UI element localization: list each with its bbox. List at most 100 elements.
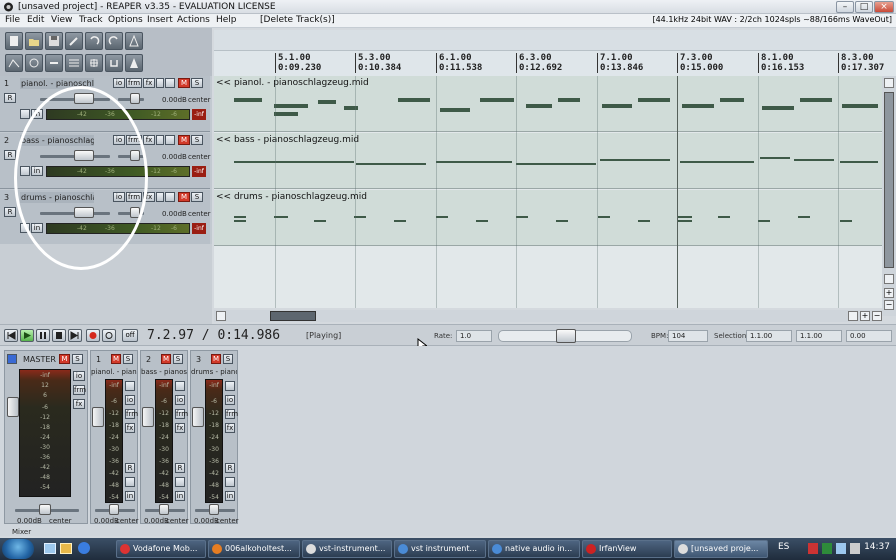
menu-edit[interactable]: Edit bbox=[27, 15, 44, 25]
automation-mode-button[interactable]: off bbox=[122, 329, 138, 342]
horizontal-scrollbar[interactable]: + − bbox=[214, 310, 882, 322]
master-pan-knob[interactable] bbox=[39, 504, 51, 515]
env-button[interactable] bbox=[165, 78, 175, 88]
master-env-button[interactable]: frm bbox=[73, 385, 86, 395]
arrange-view[interactable]: << pianol. - pianoschlagzeug.mid << bass… bbox=[214, 76, 882, 308]
menu-actions[interactable]: Actions bbox=[177, 15, 210, 25]
media-item-bass[interactable]: << bass - pianoschlagzeug.mid bbox=[214, 133, 882, 189]
lock-icon[interactable] bbox=[85, 54, 103, 72]
selection-end-input[interactable]: 1.1.00 bbox=[796, 330, 842, 342]
fx-env-button[interactable]: frm bbox=[126, 78, 142, 88]
record-arm-button[interactable]: R bbox=[4, 207, 16, 217]
selection-start-input[interactable]: 1.1.00 bbox=[746, 330, 792, 342]
media-item-drums[interactable]: << drums - pianoschlagzeug.mid bbox=[214, 190, 882, 246]
h-zoom-out-icon[interactable]: − bbox=[872, 311, 882, 321]
strip-solo-button[interactable]: S bbox=[173, 354, 183, 364]
phase-button[interactable] bbox=[156, 135, 164, 145]
clock[interactable]: 14:37 bbox=[864, 542, 890, 552]
phase-button[interactable] bbox=[156, 192, 164, 202]
master-io-button[interactable]: io bbox=[73, 371, 85, 381]
scroll-down-icon[interactable] bbox=[884, 274, 894, 284]
language-indicator[interactable]: ES bbox=[778, 542, 789, 552]
strip-record-arm-button[interactable]: R bbox=[125, 463, 135, 473]
go-to-end-icon[interactable] bbox=[68, 329, 82, 342]
master-expand-icon[interactable] bbox=[7, 354, 17, 364]
new-project-icon[interactable] bbox=[5, 32, 23, 50]
pan-knob[interactable] bbox=[130, 93, 140, 104]
record-arm-button[interactable]: R bbox=[4, 150, 16, 160]
grid-icon[interactable] bbox=[25, 54, 43, 72]
task-vodafone[interactable]: Vodafone Mob... bbox=[116, 540, 206, 558]
h-zoom-in-icon[interactable]: + bbox=[860, 311, 870, 321]
fx-button[interactable]: fx bbox=[143, 135, 155, 145]
mixer-tab-label[interactable]: Mixer bbox=[12, 528, 31, 536]
strip-mute-button[interactable]: M bbox=[111, 354, 121, 364]
scroll-up-icon[interactable] bbox=[884, 78, 894, 88]
selection-length-input[interactable]: 0.00 bbox=[846, 330, 892, 342]
solo-button[interactable]: S bbox=[191, 135, 203, 145]
menu-file[interactable]: File bbox=[5, 15, 20, 25]
rate-slider-knob[interactable] bbox=[556, 329, 576, 343]
ripple-icon[interactable] bbox=[65, 54, 83, 72]
fx-button[interactable]: fx bbox=[143, 78, 155, 88]
settings-icon[interactable] bbox=[65, 32, 83, 50]
snap-icon[interactable] bbox=[45, 54, 63, 72]
strip-phase-icon[interactable] bbox=[225, 381, 235, 391]
metronome-icon[interactable] bbox=[125, 32, 143, 50]
timeline-ruler[interactable]: 5.1.00 0:09.230 5.3.00 0:10.384 6.1.00 0:11… bbox=[214, 30, 896, 76]
volume-icon[interactable] bbox=[850, 543, 860, 554]
strip-fader-knob[interactable] bbox=[142, 407, 154, 427]
strip-name[interactable]: drums - piano bbox=[191, 368, 237, 376]
menu-help[interactable]: Help bbox=[216, 15, 237, 25]
network-icon[interactable] bbox=[836, 543, 846, 554]
strip-name[interactable]: bass - pianos bbox=[141, 368, 187, 376]
strip-input-button[interactable]: in bbox=[175, 491, 185, 501]
strip-name[interactable]: pianol. - piano bbox=[91, 368, 137, 376]
menu-view[interactable]: View bbox=[51, 15, 72, 25]
strip-io-button[interactable]: io bbox=[125, 395, 135, 405]
bpm-input[interactable]: 104 bbox=[668, 330, 708, 342]
rate-input[interactable]: 1.0 bbox=[456, 330, 492, 342]
task-native-audio[interactable]: native audio in... bbox=[488, 540, 580, 558]
strip-monitor-icon[interactable] bbox=[125, 477, 135, 487]
record-icon[interactable] bbox=[86, 329, 100, 342]
ie-icon[interactable] bbox=[78, 542, 90, 554]
maximize-button[interactable]: □ bbox=[855, 1, 873, 13]
strip-fx-button[interactable]: fx bbox=[125, 423, 135, 433]
scroll-thumb[interactable] bbox=[884, 92, 894, 268]
strip-record-arm-button[interactable]: R bbox=[175, 463, 185, 473]
strip-solo-button[interactable]: S bbox=[223, 354, 233, 364]
loop-icon[interactable] bbox=[105, 54, 123, 72]
menu-insert[interactable]: Insert bbox=[147, 15, 173, 25]
undo-icon[interactable] bbox=[85, 32, 103, 50]
strip-input-button[interactable]: in bbox=[225, 491, 235, 501]
input-monitor-icon[interactable] bbox=[20, 109, 30, 119]
solo-button[interactable]: S bbox=[191, 78, 203, 88]
task-alkoholtest[interactable]: 006alkoholtest... bbox=[208, 540, 300, 558]
strip-fader-knob[interactable] bbox=[92, 407, 104, 427]
strip-monitor-icon[interactable] bbox=[225, 477, 235, 487]
task-reaper[interactable]: [unsaved proje... bbox=[674, 540, 768, 558]
strip-phase-icon[interactable] bbox=[175, 381, 185, 391]
open-icon[interactable] bbox=[25, 32, 43, 50]
strip-env-button[interactable]: frm bbox=[175, 409, 188, 419]
zoom-in-icon[interactable]: + bbox=[884, 288, 894, 298]
strip-mute-button[interactable]: M bbox=[161, 354, 171, 364]
master-mute-button[interactable]: M bbox=[59, 354, 70, 364]
strip-phase-icon[interactable] bbox=[125, 381, 135, 391]
strip-pan-knob[interactable] bbox=[209, 504, 219, 515]
env-button[interactable] bbox=[165, 192, 175, 202]
scroll-left-icon[interactable] bbox=[216, 311, 226, 321]
strip-io-button[interactable]: io bbox=[175, 395, 185, 405]
strip-fader-knob[interactable] bbox=[192, 407, 204, 427]
mute-button[interactable]: M bbox=[178, 135, 190, 145]
mute-button[interactable]: M bbox=[178, 192, 190, 202]
play-icon[interactable] bbox=[20, 329, 34, 342]
strip-monitor-icon[interactable] bbox=[175, 477, 185, 487]
save-icon[interactable] bbox=[45, 32, 63, 50]
close-button[interactable]: × bbox=[874, 1, 894, 13]
stop-icon[interactable] bbox=[52, 329, 66, 342]
phase-button[interactable] bbox=[156, 78, 164, 88]
ruler-region-lane[interactable] bbox=[214, 30, 896, 51]
master-fx-button[interactable]: fx bbox=[73, 399, 85, 409]
